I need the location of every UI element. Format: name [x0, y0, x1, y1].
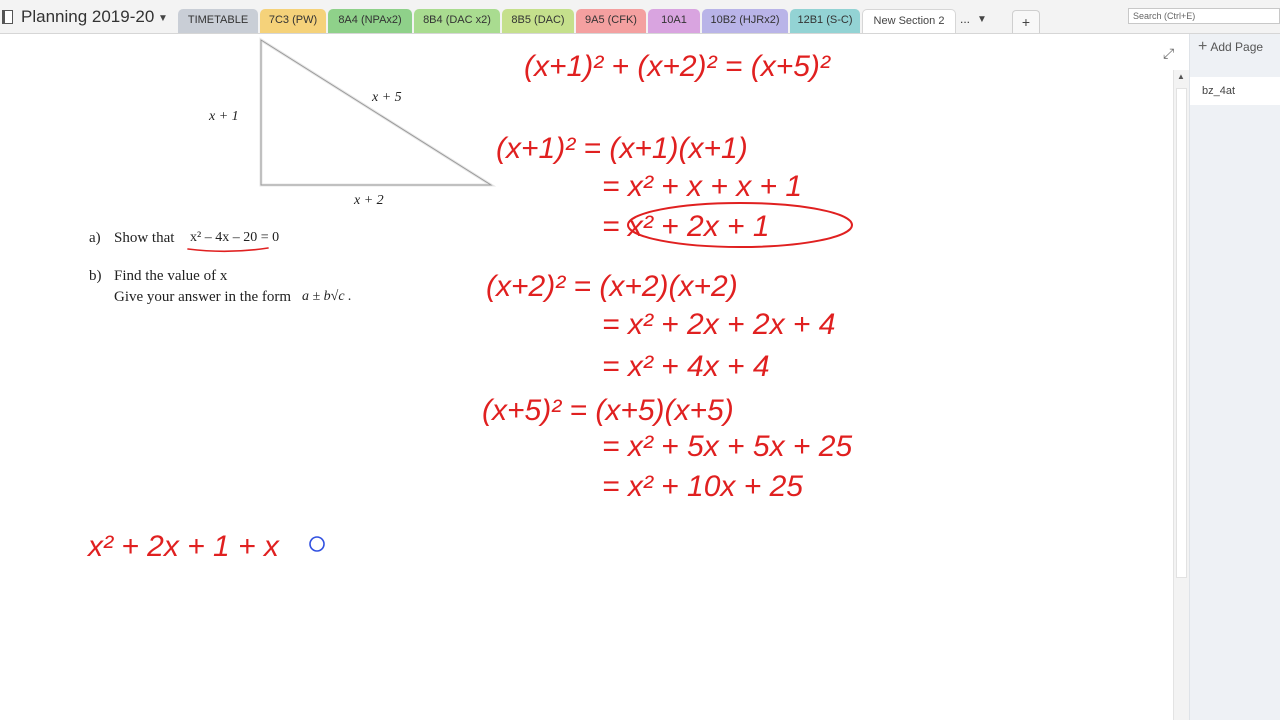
- ink-line: = x² + 10x + 25: [602, 470, 803, 503]
- ink-line: = x² + 5x + 5x + 25: [602, 430, 852, 463]
- scroll-thumb[interactable]: [1176, 88, 1187, 578]
- ink-line: = x² + 2x + 2x + 4: [602, 308, 835, 341]
- scroll-up-icon[interactable]: ▲: [1177, 72, 1185, 81]
- ink-line: (x+1)² + (x+2)² = (x+5)²: [524, 50, 831, 83]
- ink-line: (x+5)² = (x+5)(x+5): [482, 394, 734, 427]
- page-list-item[interactable]: bz_4at: [1190, 77, 1280, 105]
- pen-cursor-icon: [309, 536, 325, 552]
- add-page-label: Add Page: [1210, 40, 1264, 54]
- page-list-pane: + Add Page bz_4at: [1189, 34, 1280, 720]
- add-page-button[interactable]: + Add Page: [1198, 38, 1263, 56]
- ink-underline: [187, 247, 269, 253]
- ink-line: x² + 2x + 1 + x: [86, 530, 280, 563]
- plus-icon: +: [1198, 38, 1208, 55]
- ink-layer: (x+1)² + (x+2)² = (x+5)² (x+1)² = (x+1)(…: [86, 50, 853, 563]
- expand-icon[interactable]: ⤢: [1163, 45, 1174, 62]
- ink-line: = x² + 4x + 4: [602, 350, 770, 383]
- ink-line: = x² + x + x + 1: [602, 170, 802, 203]
- ink-line: = x² + 2x + 1: [602, 210, 770, 243]
- ink-line: (x+1)² = (x+1)(x+1): [496, 132, 748, 165]
- vertical-scrollbar[interactable]: ▲: [1173, 70, 1189, 720]
- ink-line: (x+2)² = (x+2)(x+2): [486, 270, 738, 303]
